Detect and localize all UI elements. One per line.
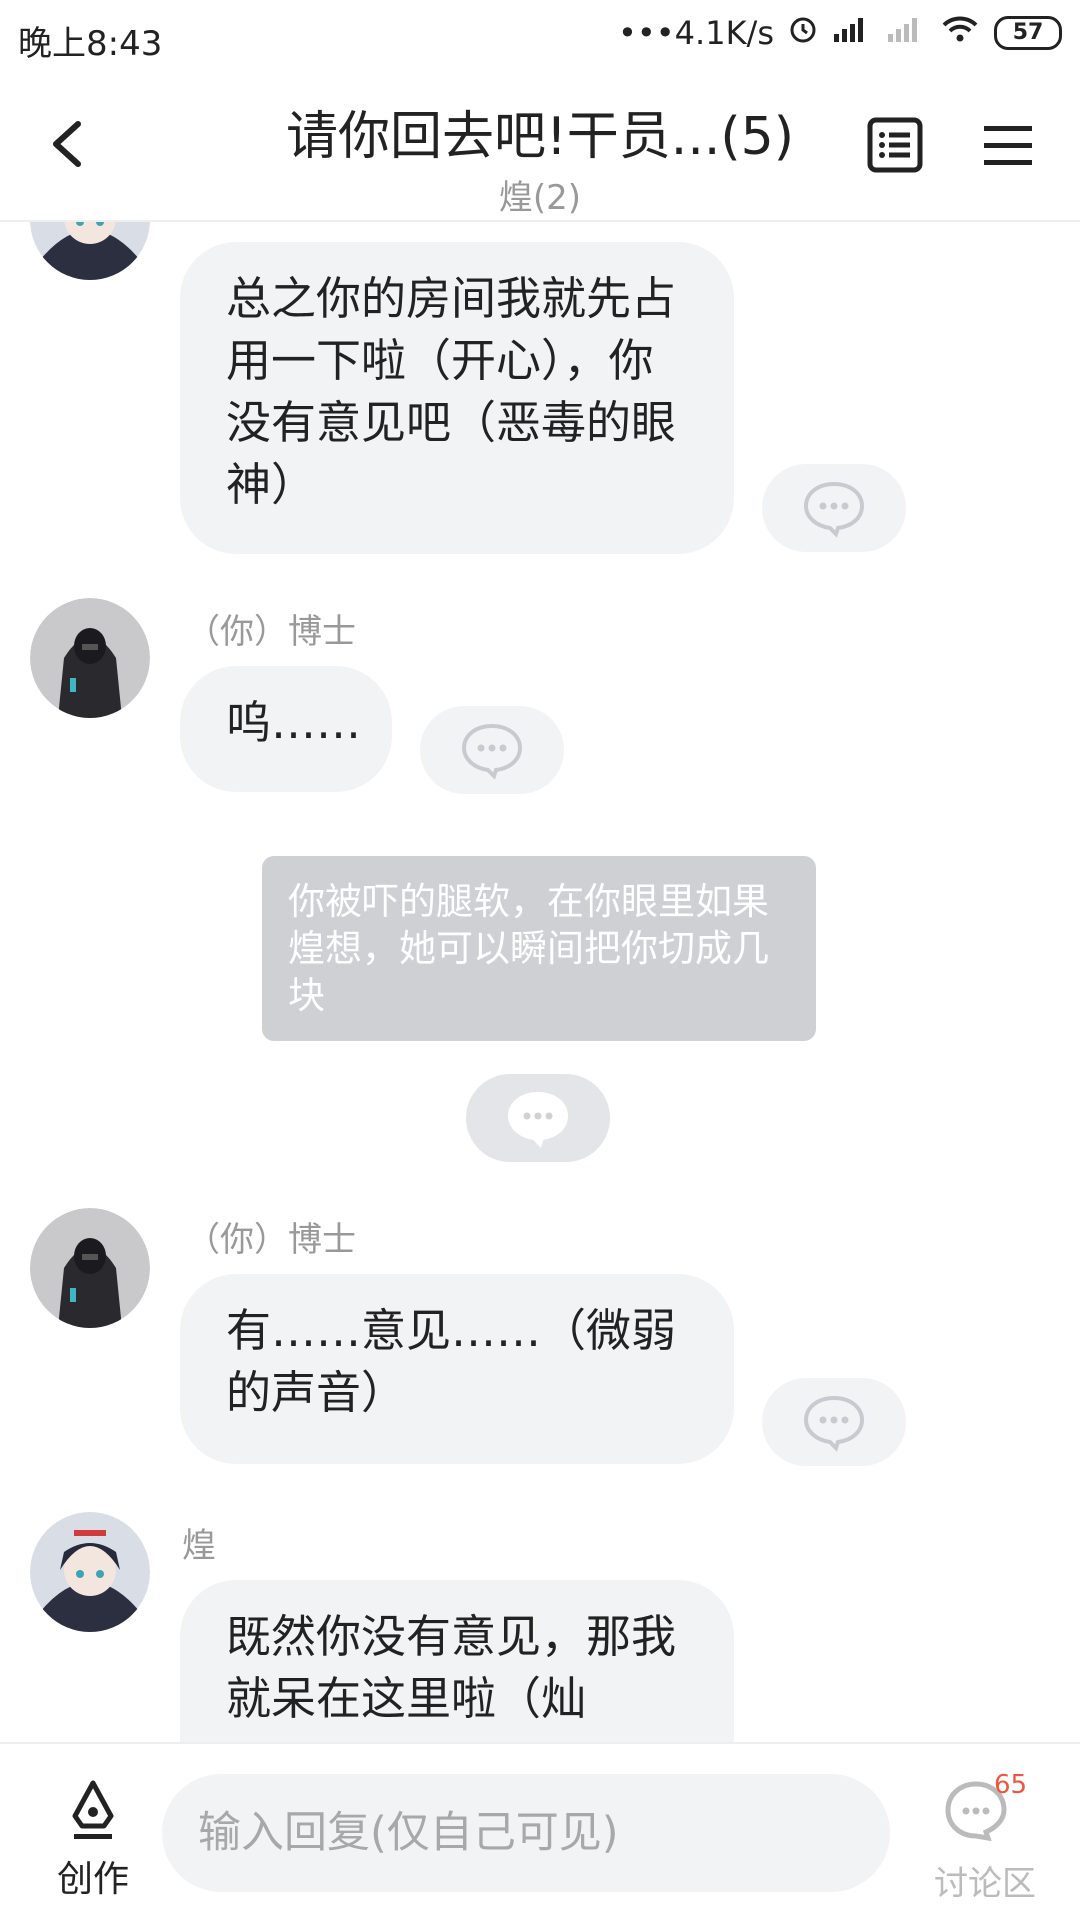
status-time: 晚上8:43 <box>18 24 163 64</box>
create-label: 创作 <box>56 1859 129 1900</box>
avatar-doctor[interactable] <box>30 598 150 718</box>
discussion-button[interactable]: 65 讨论区 <box>920 1770 1050 1906</box>
pen-nib-icon <box>72 1780 114 1839</box>
message-text: 既然你没有意见，那我就呆在这里啦（灿 <box>226 1610 677 1725</box>
status-bar: 晚上8:43 •••4.1K/s 57 <box>0 0 1080 74</box>
comment-button[interactable] <box>466 1074 610 1162</box>
comment-button[interactable] <box>420 706 564 794</box>
reply-input[interactable] <box>162 1774 890 1892</box>
create-button[interactable]: 创作 <box>40 1772 146 1900</box>
avatar-huang[interactable] <box>30 1512 150 1632</box>
menu-button[interactable] <box>982 120 1034 172</box>
catalog-button[interactable] <box>866 116 924 174</box>
message-text: 呜…… <box>226 696 362 749</box>
battery-indicator: 57 <box>994 16 1062 50</box>
page-subtitle: 煌(2) <box>498 178 582 218</box>
chevron-left-icon <box>53 121 81 167</box>
list-icon <box>867 117 923 173</box>
message-bubble[interactable]: 呜…… <box>180 666 392 792</box>
message-text: 总之你的房间我就先占用一下啦（开心），你没有意见吧（恶毒的眼神） <box>226 272 677 511</box>
message-bubble[interactable]: 既然你没有意见，那我就呆在这里啦（灿 <box>180 1580 734 1742</box>
avatar-huang[interactable] <box>30 222 150 280</box>
comment-bubble-icon <box>803 1395 865 1452</box>
sender-name: 煌 <box>182 1526 216 1566</box>
alarm-icon <box>788 14 818 52</box>
network-speed: •••4.1K/s <box>618 14 774 52</box>
signal-icon <box>832 14 872 52</box>
sender-name: （你）博士 <box>186 612 356 652</box>
message-bubble[interactable]: 有……意见……（微弱的声音） <box>180 1274 734 1464</box>
message-text: 有……意见……（微弱的声音） <box>226 1304 677 1419</box>
chat-list[interactable]: 总之你的房间我就先占用一下啦（开心），你没有意见吧（恶毒的眼神） （你）博士 呜… <box>0 222 1080 1742</box>
narration-text: 你被吓的腿软，在你眼里如果煌想，她可以瞬间把你切成几块 <box>288 880 769 1017</box>
avatar-doctor[interactable] <box>30 1208 150 1328</box>
comment-bubble-icon <box>461 723 523 780</box>
message-bubble[interactable]: 总之你的房间我就先占用一下啦（开心），你没有意见吧（恶毒的眼神） <box>180 242 734 554</box>
discussion-label: 讨论区 <box>934 1864 1036 1904</box>
sender-name: （你）博士 <box>186 1220 356 1260</box>
comment-button[interactable] <box>762 464 906 552</box>
chat-header: 请你回去吧!干员...(5) 煌(2) <box>0 74 1080 222</box>
signal-empty-icon <box>886 14 926 52</box>
back-button[interactable] <box>40 114 100 174</box>
bottom-bar: 创作 65 讨论区 <box>0 1742 1080 1922</box>
discussion-count-badge: 65 <box>994 1770 1028 1800</box>
comment-button[interactable] <box>762 1378 906 1466</box>
hamburger-icon <box>984 126 1032 165</box>
comment-bubble-icon <box>507 1091 569 1148</box>
status-icons: •••4.1K/s 57 <box>618 14 1062 52</box>
page-title: 请你回去吧!干员...(5) <box>285 107 795 167</box>
narration-box[interactable]: 你被吓的腿软，在你眼里如果煌想，她可以瞬间把你切成几块 <box>262 856 816 1041</box>
wifi-icon <box>940 14 980 52</box>
comment-bubble-icon <box>803 481 865 538</box>
